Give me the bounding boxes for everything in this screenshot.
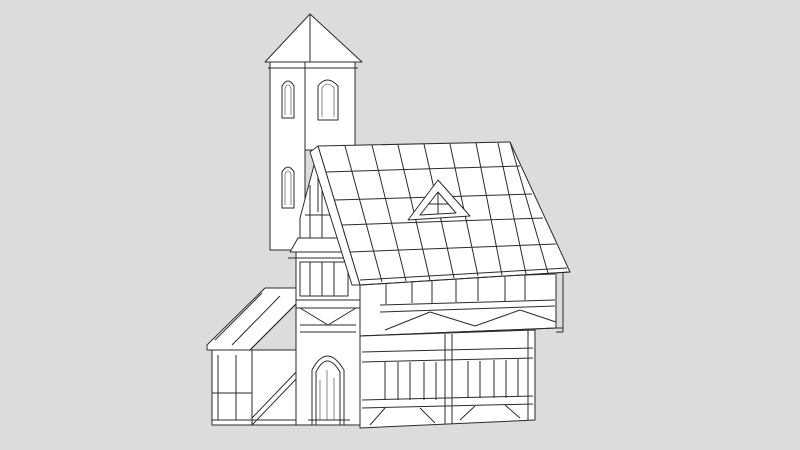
wireframe-building-model bbox=[206, 13, 571, 429]
tower-window-upper-right bbox=[317, 79, 339, 121]
tower-roof-left bbox=[264, 13, 311, 63]
tower-window-lower-left bbox=[281, 166, 295, 209]
tower-roof-right bbox=[309, 13, 363, 63]
3d-viewport[interactable] bbox=[0, 0, 800, 450]
tower-window-upper-left bbox=[281, 80, 295, 119]
side-shed bbox=[206, 287, 301, 426]
ground-floor bbox=[359, 329, 536, 429]
